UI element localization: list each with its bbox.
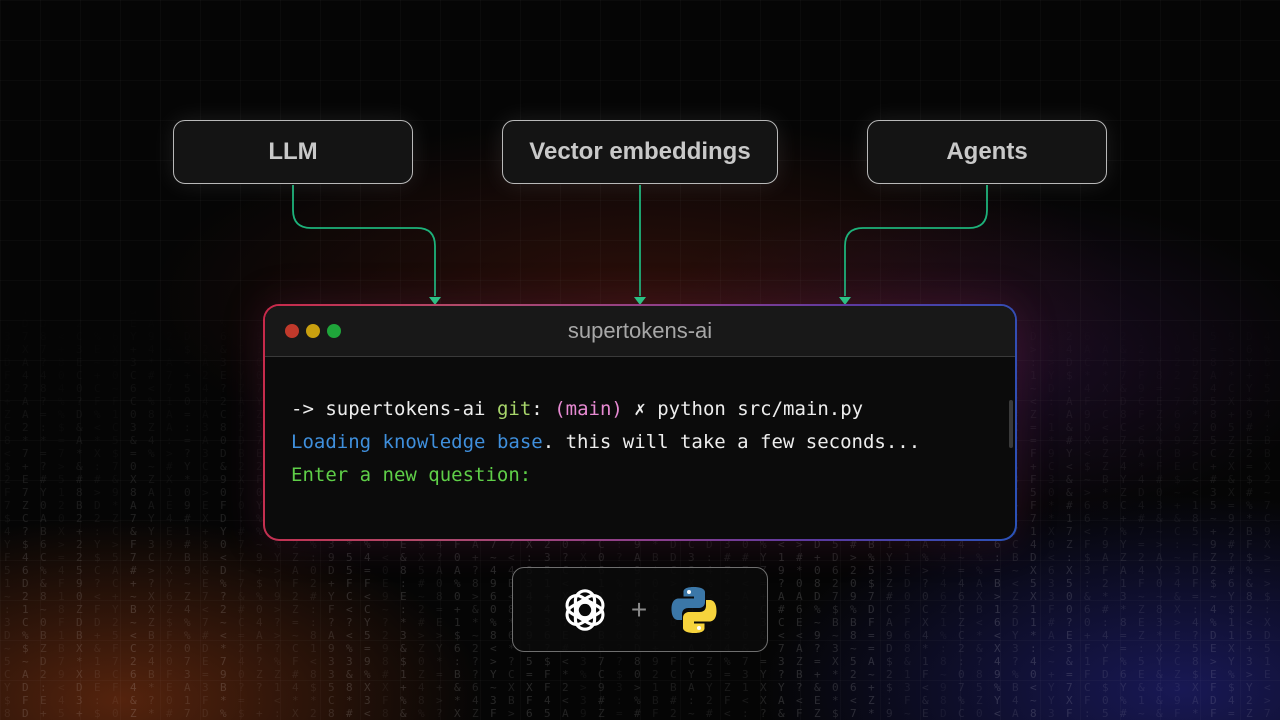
diagram-canvas: F Y 3 7 D F 2 + Z C 8 < $ 2 F 7 $ 4 Y F … [0, 0, 1280, 720]
connector-llm [292, 185, 436, 296]
terminal-titlebar: supertokens-ai [265, 306, 1015, 357]
python-logo-icon [671, 586, 717, 633]
node-vector-embeddings: Vector embeddings [502, 120, 778, 184]
prompt-git-label: git [496, 398, 532, 420]
prompt-directory: supertokens-ai [325, 398, 486, 420]
node-agents: Agents [867, 120, 1107, 184]
maximize-button[interactable] [327, 324, 341, 338]
terminal-line-2: Loading knowledge base. this will take a… [291, 426, 989, 459]
terminal-line-3: Enter a new question: [291, 464, 532, 486]
base-word: base [496, 431, 543, 453]
prompt-arrow: -> [291, 398, 314, 420]
prompt-command: python src/main.py [657, 398, 864, 420]
prompt-colon: : [531, 398, 543, 420]
window-controls [285, 324, 341, 338]
minimize-button[interactable] [306, 324, 320, 338]
prompt-dirty-mark: ✗ [634, 398, 646, 420]
logos-box: + [512, 567, 768, 652]
terminal-line-1: -> supertokens-ai git: (main) ✗ python s… [291, 393, 989, 426]
connector-agents [844, 185, 988, 296]
terminal-body: -> supertokens-ai git: (main) ✗ python s… [265, 357, 1015, 492]
terminal-title: supertokens-ai [567, 318, 713, 343]
loading-rest: . this will take a few seconds... [542, 431, 921, 453]
knowledge-word: knowledge [382, 431, 486, 453]
node-vector-embeddings-label: Vector embeddings [529, 138, 751, 165]
terminal-window: supertokens-ai -> supertokens-ai git: (m… [265, 306, 1015, 539]
prompt-branch: (main) [554, 398, 623, 420]
openai-logo-icon [565, 588, 605, 631]
plus-sign: + [630, 593, 648, 625]
node-llm: LLM [173, 120, 413, 184]
close-button[interactable] [285, 324, 299, 338]
node-llm-label: LLM [268, 138, 318, 165]
node-agents-label: Agents [946, 138, 1028, 165]
terminal-scrollbar[interactable] [1009, 400, 1013, 448]
terminal-window-border: supertokens-ai -> supertokens-ai git: (m… [263, 304, 1017, 541]
loading-word: Loading [291, 431, 372, 453]
